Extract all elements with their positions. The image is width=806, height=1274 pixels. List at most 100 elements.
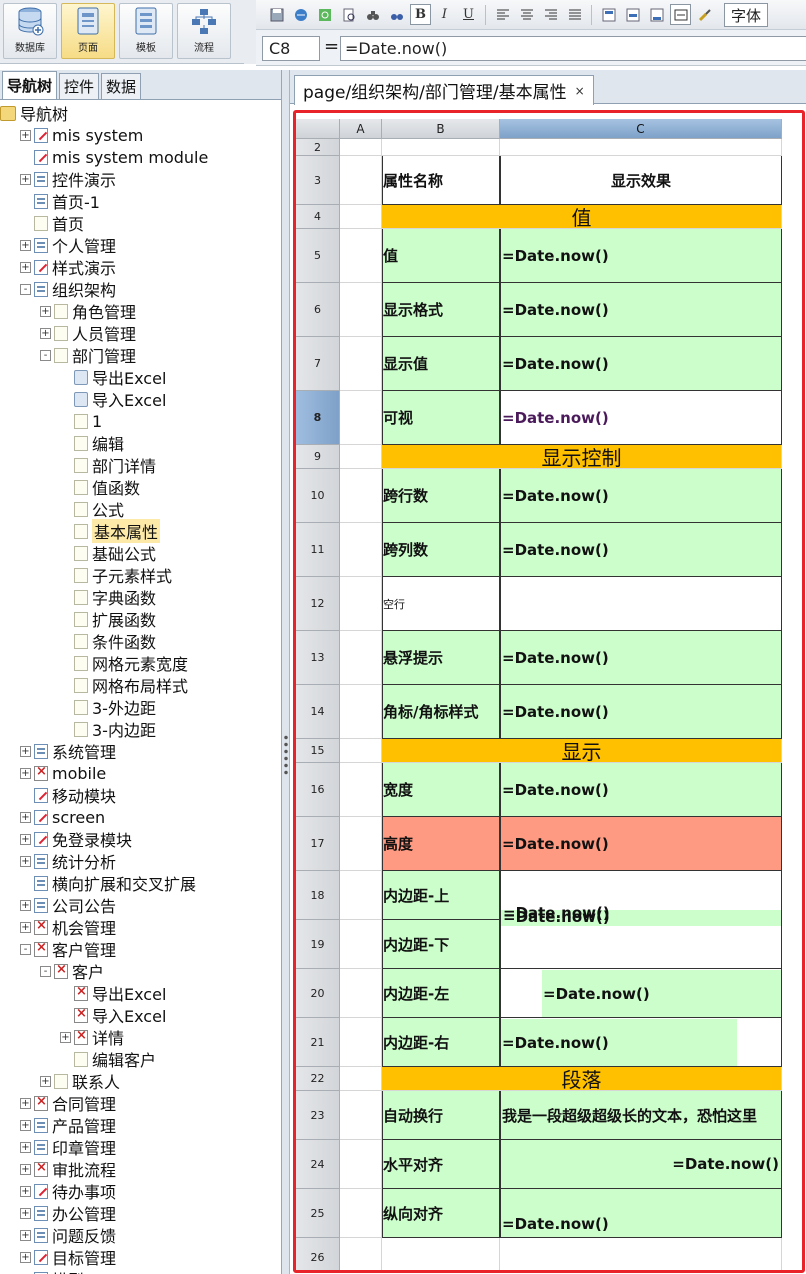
tree-item[interactable]: + 机会管理 (20, 916, 116, 938)
save-icon[interactable] (266, 4, 287, 25)
tree-item[interactable]: + mis system (20, 124, 143, 146)
tree-item[interactable]: 导入Excel (60, 388, 166, 410)
find-icon[interactable] (362, 4, 383, 25)
tree-item[interactable]: + 控件演示 (20, 168, 116, 190)
italic-button[interactable]: I (434, 4, 455, 25)
property-value-cell[interactable]: =Date.now() (500, 1140, 782, 1189)
expand-icon[interactable]: + (40, 327, 51, 339)
tree-item[interactable]: + 待办事项 (20, 1180, 116, 1202)
cell-a[interactable] (340, 523, 382, 577)
expand-icon[interactable]: + (20, 1207, 31, 1219)
tree-item[interactable]: 扩展函数 (60, 608, 156, 630)
valign-middle-icon[interactable] (622, 4, 643, 25)
cell-a[interactable] (340, 391, 382, 445)
expand-icon[interactable]: + (60, 1031, 71, 1043)
row-header[interactable]: 22 (296, 1067, 340, 1091)
expand-icon[interactable]: + (20, 1251, 31, 1263)
row-header[interactable]: 2 (296, 139, 340, 156)
editor-tab-active[interactable]: page/组织架构/部门管理/基本属性 × (294, 75, 594, 105)
property-name-cell[interactable]: 显示格式 (382, 283, 500, 337)
tree-item[interactable]: + 审批流程 (20, 1158, 116, 1180)
row-header[interactable]: 21 (296, 1018, 340, 1067)
tree-item[interactable]: 首页 (20, 212, 84, 234)
expand-icon[interactable]: + (20, 239, 31, 251)
row-header[interactable]: 17 (296, 817, 340, 871)
expand-icon[interactable]: + (40, 1075, 51, 1087)
property-value-cell[interactable]: =Date.now() (500, 391, 782, 445)
module-button-page[interactable]: 页面 (61, 3, 115, 59)
align-right-icon[interactable] (540, 4, 561, 25)
tree-item[interactable]: + 产品管理 (20, 1114, 116, 1136)
property-value-cell[interactable]: =Date.now() (500, 763, 782, 817)
tree-item[interactable]: + 目标管理 (20, 1246, 116, 1268)
cell-a[interactable] (340, 631, 382, 685)
tree-item[interactable]: + 详情 (60, 1026, 124, 1048)
row-header[interactable]: 8 (296, 391, 340, 445)
row-header[interactable]: 7 (296, 337, 340, 391)
tree-item[interactable]: + 个人管理 (20, 234, 116, 256)
property-value-cell[interactable]: =Date.now() (500, 469, 782, 523)
expand-icon[interactable]: + (20, 855, 31, 867)
refresh-icon[interactable] (314, 4, 335, 25)
tree-item[interactable]: + 人员管理 (40, 322, 136, 344)
cell-c[interactable] (500, 577, 782, 631)
collapse-icon[interactable]: - (40, 349, 51, 361)
tree-item[interactable]: + 联系人 (40, 1070, 120, 1092)
property-name-cell[interactable]: 悬浮提示 (382, 631, 500, 685)
row-header[interactable]: 26 (296, 1238, 340, 1270)
tree-item[interactable]: 字典函数 (60, 586, 156, 608)
cell-a[interactable] (340, 1067, 382, 1091)
tree-item[interactable]: 基本属性 (60, 519, 161, 543)
row-header[interactable]: 5 (296, 229, 340, 283)
column-header[interactable] (296, 119, 340, 139)
module-button-flow[interactable]: 流程 (177, 3, 231, 59)
expand-icon[interactable]: + (20, 1185, 31, 1197)
expand-icon[interactable]: + (20, 745, 31, 757)
row-header[interactable]: 9 (296, 445, 340, 469)
module-button-template[interactable]: 模板 (119, 3, 173, 59)
tree-item[interactable]: 基础公式 (60, 542, 156, 564)
tree-item[interactable]: - 客户 (40, 960, 104, 982)
property-name-cell[interactable]: 内边距-右 (382, 1018, 500, 1067)
row-header[interactable]: 20 (296, 969, 340, 1018)
tab-controls[interactable]: 控件 (59, 73, 100, 99)
replace-icon[interactable] (386, 4, 407, 25)
cell-a[interactable] (340, 577, 382, 631)
row-header[interactable]: 10 (296, 469, 340, 523)
cell-a[interactable] (340, 763, 382, 817)
column-header[interactable]: B (382, 119, 500, 139)
property-name-cell[interactable]: 跨列数 (382, 523, 500, 577)
column-header[interactable]: A (340, 119, 382, 139)
tree-item[interactable]: 3-内边距 (60, 718, 156, 740)
property-name-cell[interactable]: 自动换行 (382, 1091, 500, 1140)
cell-a[interactable] (340, 337, 382, 391)
merge-cells-icon[interactable] (670, 4, 691, 25)
tree-item[interactable]: 导出Excel (60, 366, 166, 388)
tree-item[interactable]: + 合同管理 (20, 1092, 116, 1114)
property-value-cell[interactable]: =Date.now() (500, 631, 782, 685)
property-name-cell[interactable]: 内边距-上 (382, 871, 500, 920)
tree-item[interactable]: 1 (60, 410, 102, 432)
property-name-cell[interactable]: 内边距-下 (382, 920, 500, 969)
tree-item[interactable]: - 客户管理 (20, 938, 116, 960)
expand-icon[interactable]: + (20, 1163, 31, 1175)
expand-icon[interactable]: + (20, 921, 31, 933)
tree-item[interactable]: + 公司公告 (20, 894, 116, 916)
property-name-cell[interactable]: 宽度 (382, 763, 500, 817)
tree-item[interactable]: + 问题反馈 (20, 1224, 116, 1246)
tree-item[interactable]: 编辑 (60, 432, 124, 454)
tree-item[interactable]: 横向扩展和交叉扩展 (20, 872, 196, 894)
tree-item[interactable]: 子元素样式 (60, 564, 172, 586)
row-header[interactable]: 23 (296, 1091, 340, 1140)
cell-a[interactable] (340, 1189, 382, 1238)
expand-icon[interactable]: + (20, 767, 31, 779)
row-header[interactable]: 12 (296, 577, 340, 631)
cell-a[interactable] (340, 1091, 382, 1140)
tree-item[interactable]: + screen (20, 806, 105, 828)
property-value-cell[interactable]: =Date.now() (500, 337, 782, 391)
expand-icon[interactable]: + (20, 1141, 31, 1153)
expand-icon[interactable]: + (20, 1229, 31, 1241)
expand-icon[interactable]: + (20, 1119, 31, 1131)
property-value-cell[interactable]: =Date.now() (500, 817, 782, 871)
collapse-icon[interactable]: - (20, 283, 31, 295)
